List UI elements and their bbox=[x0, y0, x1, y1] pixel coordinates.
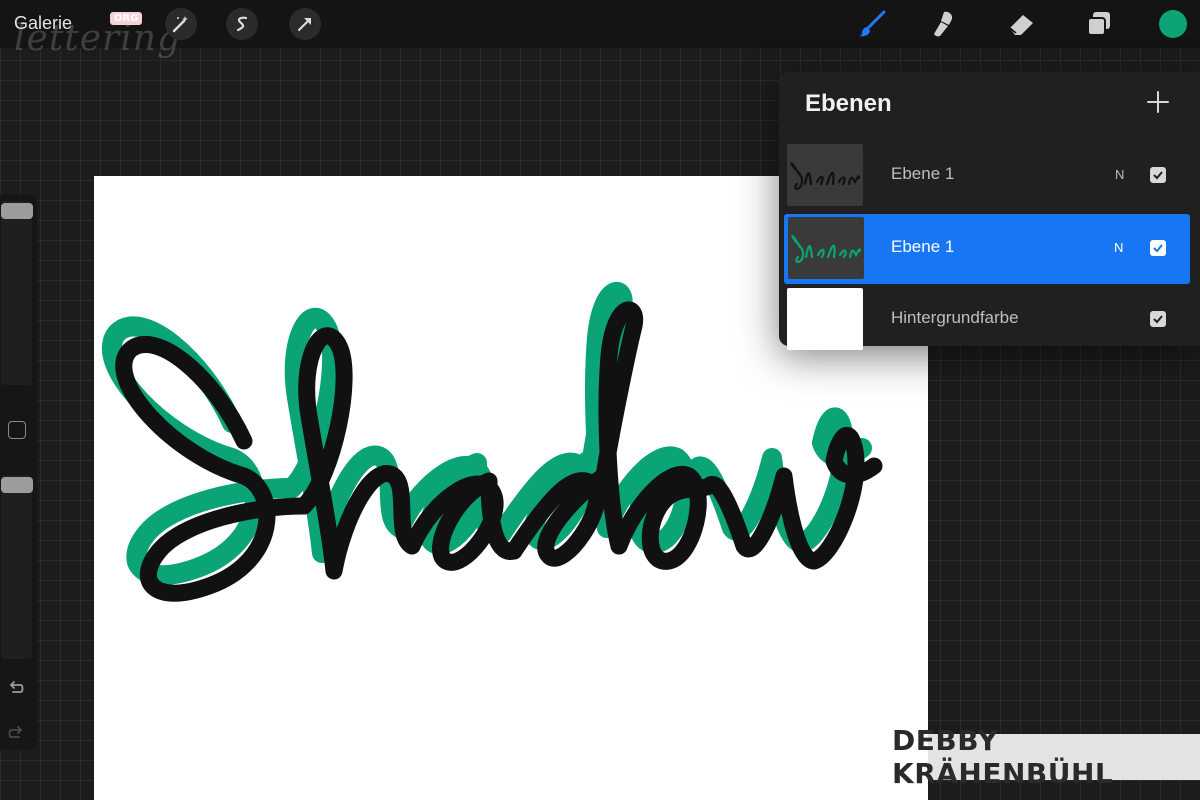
layer-row-shadow-black[interactable]: Ebene 1 N bbox=[779, 141, 1200, 211]
opacity-slider[interactable] bbox=[1, 475, 33, 659]
gallery-button[interactable]: Galerie bbox=[14, 13, 72, 34]
transform-button[interactable] bbox=[289, 8, 321, 40]
layer-blend-mode[interactable]: N bbox=[1115, 167, 1124, 182]
redo-icon bbox=[8, 726, 23, 738]
left-sidebar bbox=[0, 195, 37, 750]
layer-visibility-checkbox[interactable] bbox=[1150, 240, 1166, 256]
checkmark-icon bbox=[1153, 244, 1163, 253]
checkmark-icon bbox=[1153, 171, 1163, 180]
layers-tool[interactable] bbox=[1083, 8, 1115, 40]
undo-icon bbox=[9, 681, 24, 693]
layer-name: Ebene 1 bbox=[891, 164, 955, 183]
modify-button[interactable] bbox=[8, 421, 26, 439]
layer-thumbnail bbox=[787, 144, 863, 206]
checkmark-icon bbox=[1153, 315, 1163, 324]
selection-icon bbox=[236, 16, 248, 32]
layer-visibility-checkbox[interactable] bbox=[1150, 311, 1166, 327]
undo-button[interactable] bbox=[5, 677, 27, 699]
layers-panel: Ebenen Ebene 1 N Ebene 1 N Hintergrundfa… bbox=[779, 72, 1200, 350]
layer-name: Ebene 1 bbox=[891, 237, 955, 256]
top-toolbar: lettering Galerie ORG bbox=[0, 0, 1200, 59]
add-layer-icon[interactable] bbox=[1145, 89, 1171, 115]
org-badge: ORG bbox=[110, 12, 143, 25]
opacity-handle[interactable] bbox=[1, 477, 33, 493]
layer-thumbnail bbox=[788, 217, 864, 279]
brush-size-slider[interactable] bbox=[1, 201, 33, 385]
layer-row-background[interactable]: Hintergrundfarbe bbox=[779, 285, 1200, 355]
layer-visibility-checkbox[interactable] bbox=[1150, 167, 1166, 183]
transform-icon bbox=[298, 18, 311, 31]
layer-blend-mode[interactable]: N bbox=[1114, 240, 1123, 255]
eraser-icon bbox=[1009, 15, 1033, 35]
smudge-tool[interactable] bbox=[929, 8, 961, 40]
redo-button[interactable] bbox=[5, 722, 27, 744]
layers-icon bbox=[1087, 12, 1110, 36]
selection-button[interactable] bbox=[226, 8, 258, 40]
adjustments-button[interactable] bbox=[165, 8, 197, 40]
layer-row-shadow-green[interactable]: Ebene 1 N bbox=[784, 214, 1190, 284]
author-watermark: DEBBY KRÄHENBÜHL bbox=[892, 724, 1200, 790]
brush-tool[interactable] bbox=[856, 8, 888, 40]
smudge-icon bbox=[934, 11, 953, 37]
color-picker-button[interactable] bbox=[1159, 10, 1187, 38]
brush-size-handle[interactable] bbox=[1, 203, 33, 219]
layer-name: Hintergrundfarbe bbox=[891, 308, 1019, 327]
layers-panel-title: Ebenen bbox=[805, 90, 892, 117]
layer-thumbnail bbox=[787, 288, 863, 350]
adjustments-icon bbox=[172, 16, 188, 33]
eraser-tool[interactable] bbox=[1006, 8, 1038, 40]
brush-icon bbox=[859, 10, 886, 37]
